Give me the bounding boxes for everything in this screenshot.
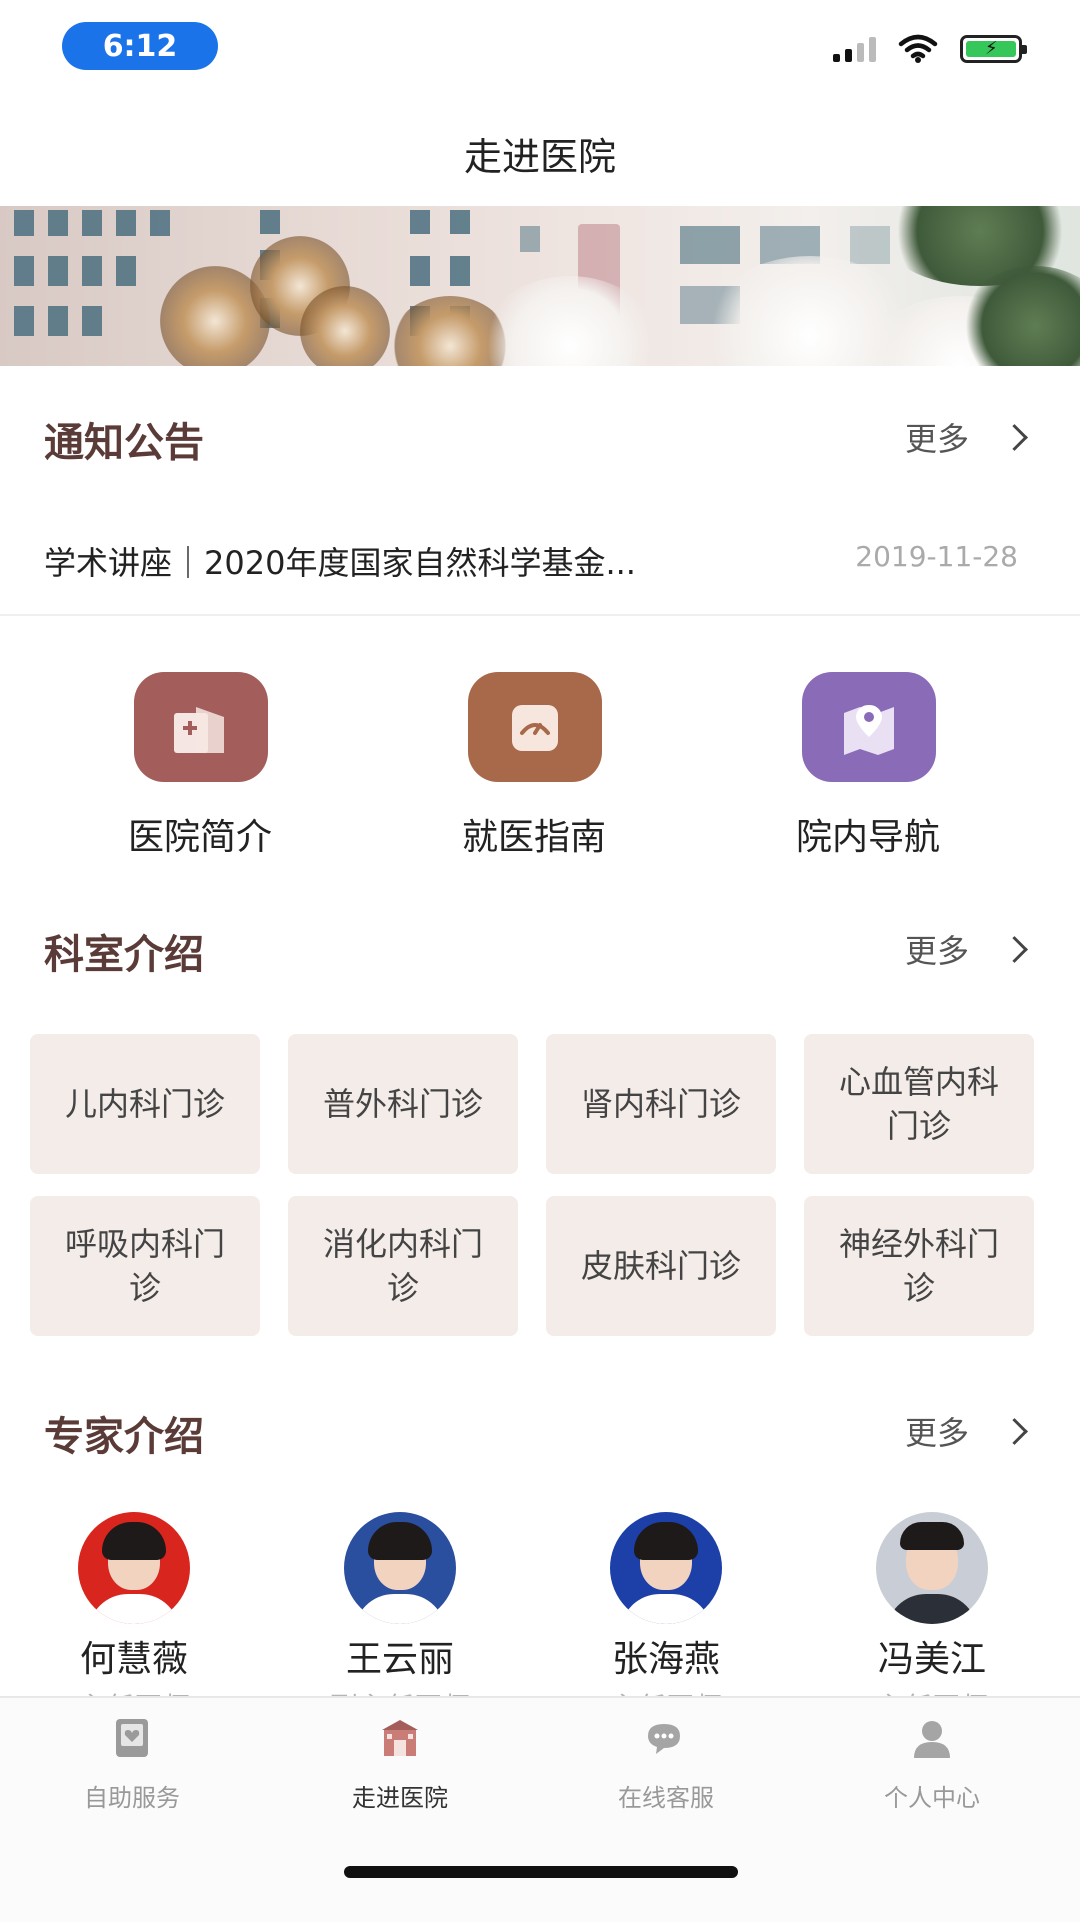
more-label: 更多	[904, 420, 969, 458]
cellular-signal-icon	[833, 36, 876, 62]
hospital-icon	[134, 672, 268, 782]
tab-label: 个人中心	[884, 1784, 980, 1812]
notice-item-date: 2019-11-28	[855, 540, 1018, 573]
quick-link-label: 院内导航	[795, 817, 940, 858]
expert-name: 王云丽	[345, 1639, 454, 1680]
expert-card[interactable]: 张海燕 主任医师	[556, 1512, 776, 1726]
department-card[interactable]: 皮肤科门诊	[546, 1196, 776, 1336]
department-card[interactable]: 消化内科门诊	[288, 1196, 518, 1336]
department-card[interactable]: 呼吸内科门诊	[30, 1196, 260, 1336]
department-card[interactable]: 肾内科门诊	[546, 1034, 776, 1174]
department-card[interactable]: 神经外科门诊	[804, 1196, 1034, 1336]
hospital-banner-image	[0, 206, 1080, 366]
expert-name: 冯美江	[877, 1639, 986, 1680]
chevron-right-icon	[1001, 1417, 1028, 1445]
quick-link-label: 就医指南	[461, 817, 606, 858]
tab-label: 自助服务	[84, 1784, 180, 1812]
department-card[interactable]: 心血管内科门诊	[804, 1034, 1034, 1174]
more-label: 更多	[904, 1414, 969, 1452]
quick-link-hospital-intro[interactable]	[134, 672, 268, 782]
notice-more-link[interactable]: 更多	[904, 414, 1028, 460]
tab-self-service[interactable]: 自助服务	[42, 1716, 222, 1813]
gauge-icon	[468, 672, 602, 782]
tab-online-service[interactable]: 在线客服	[576, 1716, 756, 1813]
avatar	[610, 1512, 722, 1624]
chevron-right-icon	[1001, 935, 1028, 963]
avatar	[78, 1512, 190, 1624]
tab-bar: 自助服务 走进医院 在线客服 个人中心	[0, 1696, 1080, 1922]
expert-name: 何慧薇	[79, 1639, 188, 1680]
departments-more-link[interactable]: 更多	[904, 926, 1028, 972]
avatar	[876, 1512, 988, 1624]
expert-card[interactable]: 王云丽 副主任医师	[290, 1512, 510, 1726]
tab-hospital[interactable]: 走进医院	[310, 1716, 490, 1813]
expert-card[interactable]: 冯美江 主任医师	[822, 1512, 1042, 1726]
user-icon	[914, 1721, 950, 1758]
chevron-right-icon	[1001, 423, 1028, 451]
home-indicator[interactable]	[344, 1866, 738, 1878]
avatar	[344, 1512, 456, 1624]
status-time: 6:12	[62, 22, 218, 70]
quick-link-navigation[interactable]	[802, 672, 936, 782]
self-service-icon	[116, 1719, 148, 1757]
notice-item-title[interactable]: 学术讲座｜2020年度国家自然科学基金...	[44, 538, 636, 584]
expert-name: 张海燕	[611, 1639, 720, 1680]
divider	[0, 614, 1080, 616]
quick-link-guide[interactable]	[468, 672, 602, 782]
experts-more-link[interactable]: 更多	[904, 1408, 1028, 1454]
wifi-icon	[898, 34, 938, 63]
tab-label: 在线客服	[618, 1784, 714, 1812]
expert-card[interactable]: 何慧薇 主任医师	[24, 1512, 244, 1726]
department-card[interactable]: 儿内科门诊	[30, 1034, 260, 1174]
tab-label: 走进医院	[352, 1784, 448, 1812]
quick-link-label: 医院简介	[127, 817, 272, 858]
status-icons: ⚡	[833, 34, 1027, 64]
more-label: 更多	[904, 932, 969, 970]
page-title: 走进医院	[463, 135, 616, 179]
battery-icon: ⚡	[960, 35, 1027, 63]
departments-section-title: 科室介绍	[44, 932, 204, 978]
notice-section-title: 通知公告	[44, 420, 204, 466]
experts-section-title: 专家介绍	[44, 1414, 204, 1460]
department-card[interactable]: 普外科门诊	[288, 1034, 518, 1174]
chat-icon	[648, 1724, 680, 1754]
tab-profile[interactable]: 个人中心	[842, 1716, 1022, 1813]
map-pin-icon	[802, 672, 936, 782]
hospital-gate-icon	[382, 1720, 418, 1756]
